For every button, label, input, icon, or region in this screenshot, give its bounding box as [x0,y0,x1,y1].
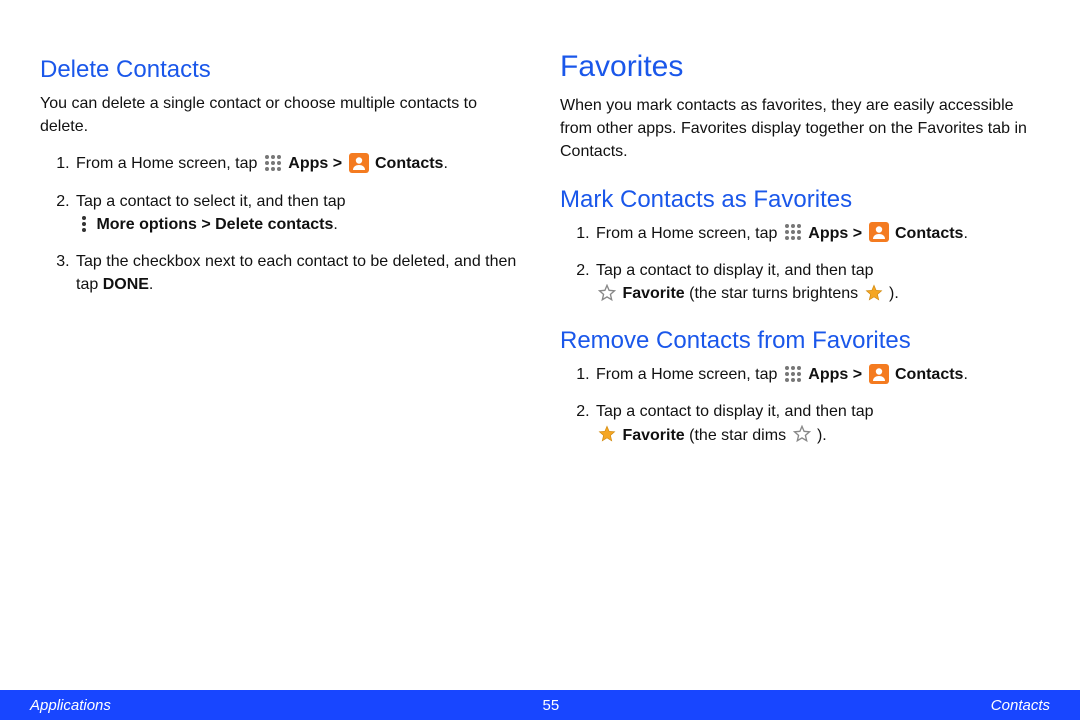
page-footer: Applications 55 Contacts [0,690,1080,720]
favorites-heading: Favorites [560,50,1040,84]
more-options-icon [78,215,90,233]
star-outline-icon [793,425,811,443]
star-outline-icon [598,284,616,302]
delete-contacts-heading: Delete Contacts [40,56,520,84]
apps-grid-icon [264,154,282,172]
footer-left: Applications [30,697,111,714]
apps-grid-icon [784,223,802,241]
remove-steps: From a Home screen, tap Apps > Contacts.… [560,363,1040,447]
remove-step-1: From a Home screen, tap Apps > Contacts. [594,363,1040,386]
star-filled-icon [598,425,616,443]
remove-step-2: Tap a contact to display it, and then ta… [594,400,1040,446]
delete-step-2: Tap a contact to select it, and then tap… [74,190,520,236]
mark-steps: From a Home screen, tap Apps > Contacts.… [560,222,1040,306]
mark-step-2: Tap a contact to display it, and then ta… [594,259,1040,305]
left-column: Delete Contacts You can delete a single … [40,50,540,720]
footer-right: Contacts [991,697,1050,714]
mark-step-1: From a Home screen, tap Apps > Contacts. [594,222,1040,245]
delete-steps: From a Home screen, tap Apps > Contacts.… [40,152,520,296]
delete-step-1: From a Home screen, tap Apps > Contacts. [74,152,520,175]
contacts-app-icon [869,222,889,242]
remove-favorites-heading: Remove Contacts from Favorites [560,327,1040,355]
contacts-app-icon [349,153,369,173]
star-filled-icon [865,284,883,302]
delete-step-3: Tap the checkbox next to each contact to… [74,250,520,296]
mark-favorites-heading: Mark Contacts as Favorites [560,186,1040,214]
footer-page-number: 55 [543,697,560,714]
apps-grid-icon [784,365,802,383]
contacts-app-icon [869,364,889,384]
right-column: Favorites When you mark contacts as favo… [540,50,1040,720]
favorites-intro: When you mark contacts as favorites, the… [560,94,1040,164]
delete-intro: You can delete a single contact or choos… [40,92,520,138]
